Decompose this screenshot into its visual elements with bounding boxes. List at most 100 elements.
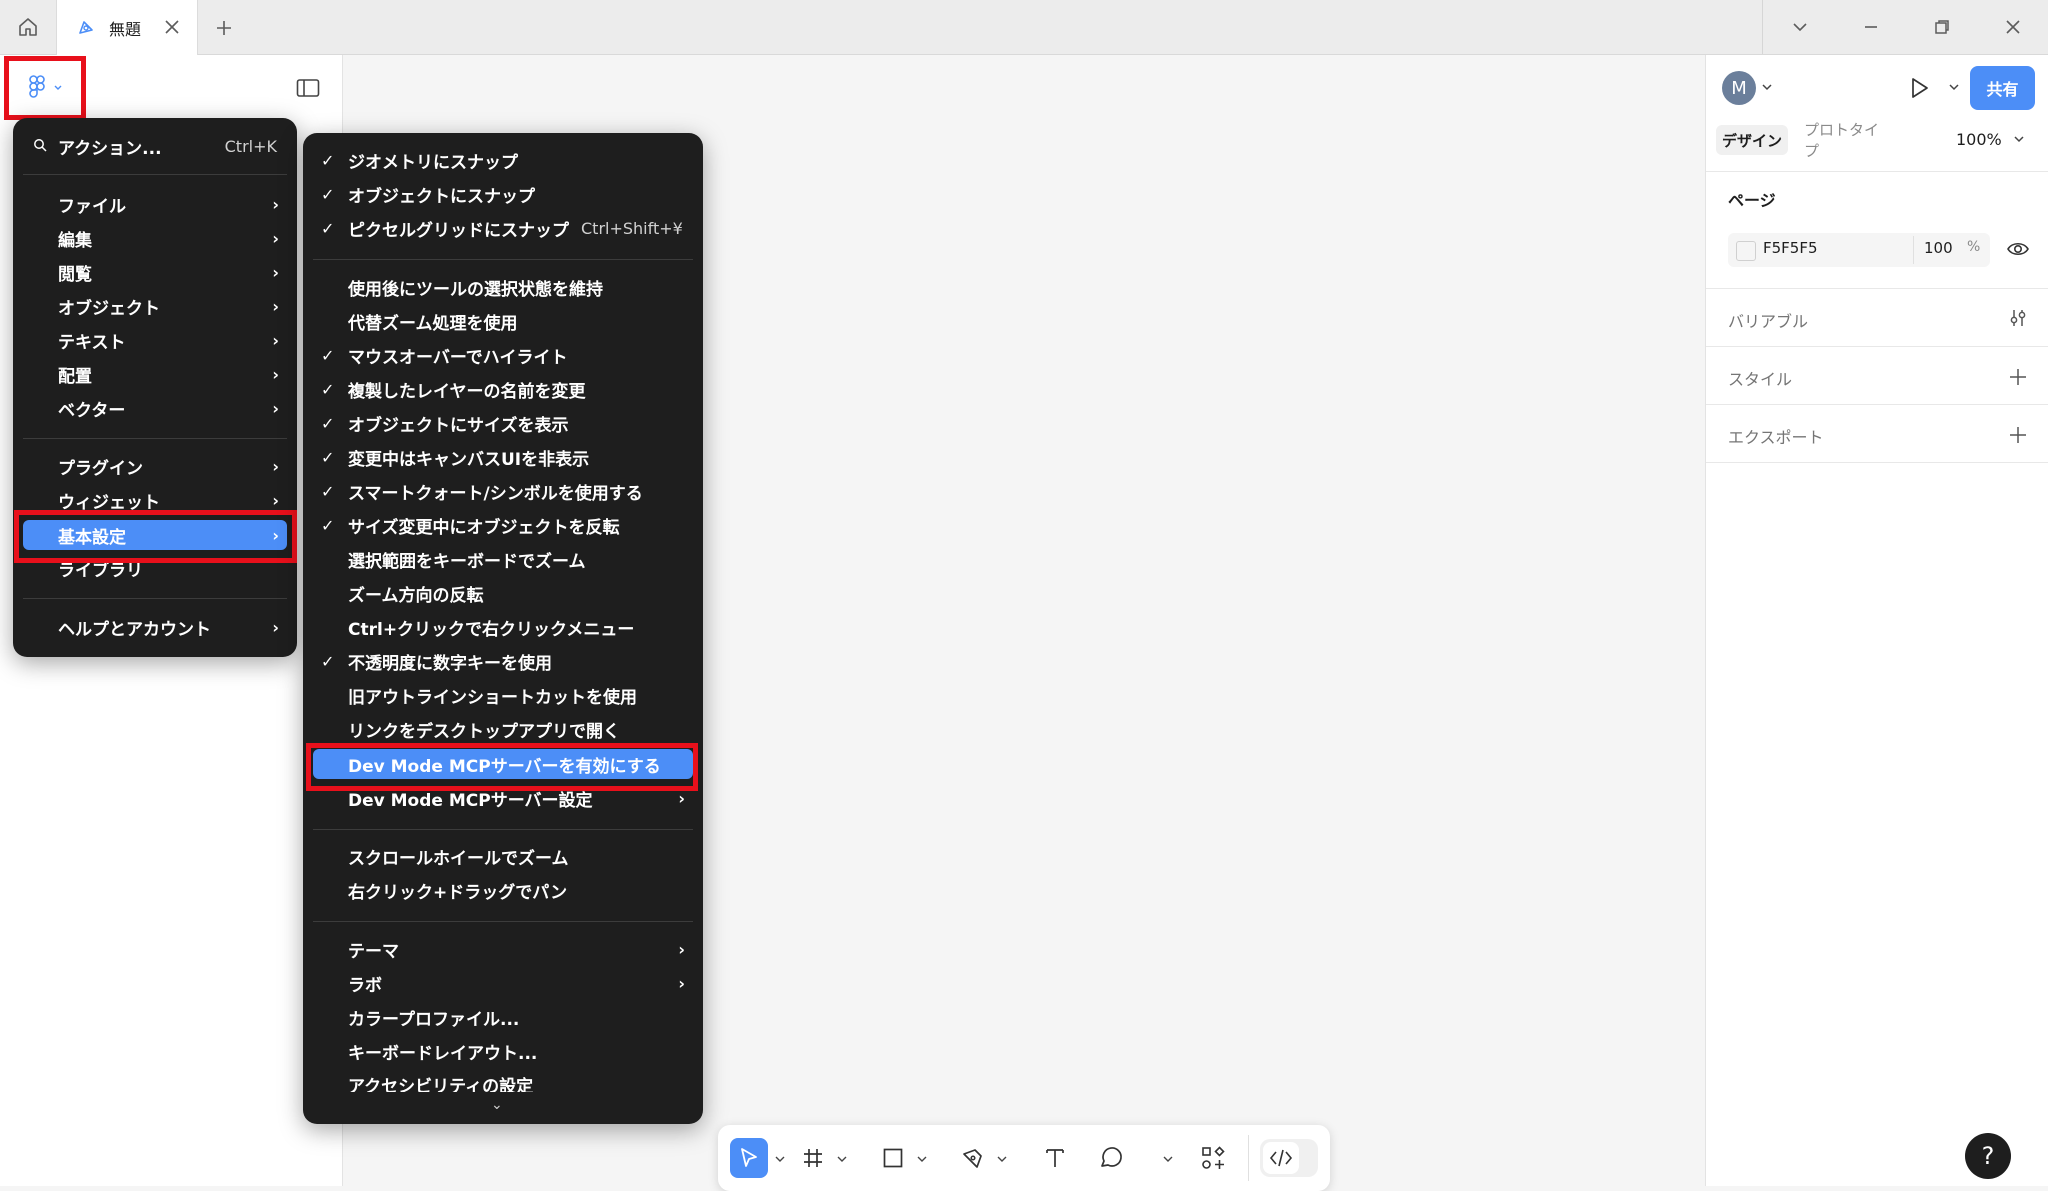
check-icon: ✓ — [321, 447, 335, 467]
pref-highlight-on-hover[interactable]: ✓ マウスオーバーでハイライト — [303, 340, 703, 370]
tab-prototype[interactable]: プロトタイプ — [1804, 121, 1880, 160]
pref-keyboard-zoom-selection[interactable]: 選択範囲をキーボードでズーム — [303, 544, 703, 574]
resources-tool-button[interactable] — [1196, 1141, 1230, 1175]
comment-tool-button[interactable] — [1094, 1141, 1128, 1175]
close-tab-icon[interactable] — [161, 16, 183, 38]
chevron-down-icon[interactable] — [1947, 80, 1961, 94]
pref-rename-duplicated-layers[interactable]: ✓ 複製したレイヤーの名前を変更 — [303, 374, 703, 404]
zoom-level[interactable]: 100% — [1956, 130, 2002, 149]
opacity-input[interactable]: 100 — [1924, 239, 1953, 257]
menu-item-preferences[interactable]: 基本設定 › — [13, 520, 297, 550]
minimize-button[interactable] — [1835, 0, 1906, 54]
chevron-down-icon[interactable] — [2012, 132, 2026, 146]
chevron-right-icon: › — [272, 296, 279, 316]
play-icon[interactable] — [1906, 75, 1932, 101]
chevron-down-icon[interactable] — [836, 1153, 848, 1165]
pref-labs[interactable]: ラボ › — [303, 968, 703, 998]
help-button[interactable]: ? — [1965, 1133, 2011, 1179]
menu-item-label: アクセシビリティの設定 — [348, 1077, 534, 1092]
move-tool-button[interactable] — [730, 1138, 768, 1178]
menu-item-label: Ctrl+クリックで右クリックメニュー — [348, 619, 635, 640]
tabs-dropdown-button[interactable] — [1764, 0, 1835, 54]
menu-item-widgets[interactable]: ウィジェット › — [13, 485, 297, 515]
main-menu-button[interactable] — [8, 60, 82, 116]
menu-item-plugins[interactable]: プラグイン › — [13, 451, 297, 481]
menu-item-label: ピクセルグリッドにスナップ — [348, 220, 569, 241]
new-tab-button[interactable] — [210, 14, 238, 42]
pref-snap-objects[interactable]: ✓ オブジェクトにスナップ — [303, 179, 703, 209]
menu-separator — [23, 598, 287, 599]
chevron-down-icon[interactable] — [916, 1153, 928, 1165]
plus-icon[interactable] — [2007, 366, 2029, 388]
actions-search-item[interactable]: アクション... Ctrl+K — [13, 131, 297, 161]
pref-accessibility[interactable]: アクセシビリティの設定 — [303, 1070, 703, 1092]
pref-dev-mode-mcp-settings[interactable]: Dev Mode MCPサーバー設定 › — [303, 783, 703, 813]
bottom-toolbar — [718, 1125, 1330, 1191]
chevron-right-icon: › — [678, 973, 685, 993]
chevron-right-icon: › — [272, 490, 279, 510]
pref-color-profile[interactable]: カラープロファイル... — [303, 1002, 703, 1032]
chevron-down-icon[interactable] — [1760, 80, 1774, 94]
plus-icon[interactable] — [2007, 424, 2029, 446]
pref-legacy-outline-shortcut[interactable]: 旧アウトラインショートカットを使用 — [303, 680, 703, 710]
menu-item-label: ジオメトリにスナップ — [348, 152, 518, 173]
menu-item-file[interactable]: ファイル › — [13, 189, 297, 219]
pref-invert-zoom[interactable]: ズーム方向の反転 — [303, 578, 703, 608]
pref-hide-canvas-ui[interactable]: ✓ 変更中はキャンバスUIを非表示 — [303, 442, 703, 472]
chevron-right-icon: › — [272, 364, 279, 384]
pref-flip-on-resize[interactable]: ✓ サイズ変更中にオブジェクトを反転 — [303, 510, 703, 540]
frame-tool-button[interactable] — [796, 1141, 830, 1175]
chevron-down-icon — [54, 85, 62, 90]
pref-scroll-wheel-zoom[interactable]: スクロールホイールでズーム — [303, 841, 703, 871]
close-window-button[interactable] — [1977, 0, 2048, 54]
pref-ctrl-click-menu[interactable]: Ctrl+クリックで右クリックメニュー — [303, 612, 703, 642]
color-swatch[interactable] — [1736, 241, 1756, 261]
pen-tool-button[interactable] — [956, 1141, 990, 1175]
dev-mode-toggle[interactable] — [1260, 1139, 1318, 1177]
menu-item-vector[interactable]: ベクター › — [13, 393, 297, 423]
toggle-sidebar-button[interactable] — [294, 76, 322, 100]
home-button[interactable] — [0, 0, 56, 54]
pref-enable-dev-mode-mcp[interactable]: Dev Mode MCPサーバーを有効にする — [303, 749, 703, 779]
pref-open-links-desktop[interactable]: リンクをデスクトップアプリで開く — [303, 714, 703, 744]
menu-item-object[interactable]: オブジェクト › — [13, 291, 297, 321]
chevron-right-icon: › — [272, 456, 279, 476]
scroll-down-indicator[interactable]: ⌄ — [491, 1097, 503, 1113]
chevron-down-icon[interactable] — [996, 1153, 1008, 1165]
eye-icon[interactable] — [2006, 238, 2030, 260]
restore-icon — [1934, 20, 1949, 34]
restore-button[interactable] — [1906, 0, 1977, 54]
share-button[interactable]: 共有 — [1970, 66, 2035, 110]
pref-snap-pixel-grid[interactable]: ✓ ピクセルグリッドにスナップ Ctrl+Shift+¥ — [303, 213, 703, 243]
text-icon — [1046, 1149, 1064, 1167]
menu-item-view[interactable]: 閲覧 › — [13, 257, 297, 287]
menu-item-arrange[interactable]: 配置 › — [13, 359, 297, 389]
menu-item-text[interactable]: テキスト › — [13, 325, 297, 355]
chevron-down-icon[interactable] — [774, 1153, 786, 1165]
rectangle-tool-button[interactable] — [876, 1141, 910, 1175]
chevron-right-icon: › — [272, 194, 279, 214]
pref-show-dimensions[interactable]: ✓ オブジェクトにサイズを表示 — [303, 408, 703, 438]
pref-keyboard-layout[interactable]: キーボードレイアウト... — [303, 1036, 703, 1066]
tab-design[interactable]: デザイン — [1716, 125, 1788, 155]
chevron-down-icon — [1792, 23, 1807, 32]
pref-number-keys-opacity[interactable]: ✓ 不透明度に数字キーを使用 — [303, 646, 703, 676]
background-hex-input[interactable]: F5F5F5 — [1763, 239, 1818, 257]
menu-item-libraries[interactable]: ライブラリ — [13, 553, 297, 583]
menu-item-edit[interactable]: 編集 › — [13, 223, 297, 253]
pref-right-click-pan[interactable]: 右クリック+ドラッグでパン — [303, 875, 703, 905]
check-icon: ✓ — [321, 515, 335, 535]
tab-label: 無題 — [109, 19, 142, 39]
text-tool-button[interactable] — [1038, 1141, 1072, 1175]
pref-keep-tool-selected[interactable]: 使用後にツールの選択状態を維持 — [303, 272, 703, 302]
file-tab[interactable]: 無題 — [56, 0, 198, 55]
chevron-down-icon[interactable] — [1162, 1153, 1174, 1165]
pref-theme[interactable]: テーマ › — [303, 934, 703, 964]
pref-smart-quotes[interactable]: ✓ スマートクォート/シンボルを使用する — [303, 476, 703, 506]
pref-alternative-zoom[interactable]: 代替ズーム処理を使用 — [303, 306, 703, 336]
avatar[interactable]: M — [1722, 71, 1756, 105]
menu-item-label: マウスオーバーでハイライト — [348, 347, 568, 368]
adjustments-icon[interactable] — [2007, 307, 2029, 329]
menu-item-help-account[interactable]: ヘルプとアカウント › — [13, 612, 297, 642]
pref-snap-geometry[interactable]: ✓ ジオメトリにスナップ — [303, 145, 703, 175]
